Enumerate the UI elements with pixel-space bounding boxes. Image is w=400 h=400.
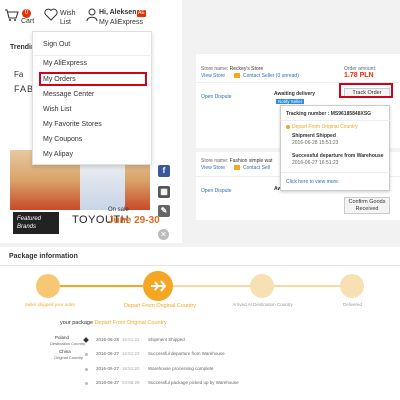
wish-list-label[interactable]: Wish List [60,9,76,27]
heart-icon[interactable] [44,8,58,21]
event-sub-1: Destination Country [50,341,86,346]
user-badge: AE [137,10,146,17]
order-amount: 1.78 PLN [344,72,374,79]
close-icon[interactable]: ✕ [158,229,169,240]
on-sale-label: On sale [108,207,129,213]
user-icon[interactable] [86,8,98,22]
event-place-2: China [59,349,71,354]
event-marker-2 [85,353,88,356]
cart-icon[interactable] [4,8,19,22]
store-name-row: Store name: Reckey's Store [201,66,263,72]
sale-date: June 29-30 [108,215,160,226]
user-greeting[interactable]: Hi, Aleksen.. [99,9,140,16]
event1-time: 2016-06-28 15:51:23 [292,140,339,146]
event-date-2: 2016-06-27 [96,351,120,356]
event-time-3: 16:51:20 [122,366,140,371]
account-dropdown: Sign Out My AliExpress My Orders Message… [32,31,153,165]
event-date-4: 2016-06-27 [96,380,120,385]
event-time-1: 16:51:23 [122,337,140,342]
menu-item-my-alipay[interactable]: My Alipay [43,151,73,158]
view-store-link-2[interactable]: View Store [201,165,225,171]
depart-status: Depart From Original Country [292,124,358,130]
view-store-link[interactable]: View Store [201,73,225,79]
airplane-icon [143,271,173,301]
step-1-icon [36,274,60,298]
step-2-label: Depart From Original Country [123,303,197,309]
store-name[interactable]: Reckey's Store [230,66,263,72]
banner-fa-text: Fa [14,70,24,79]
popup-divider-2 [281,172,391,173]
event-desc-4: Successful package picked up by Warehous… [148,380,239,385]
status-prefix: your package [60,320,94,326]
menu-item-my-coupons[interactable]: My Coupons [43,136,82,143]
contact-seller-link-2[interactable]: Contact Sell [243,165,270,171]
confirm-line2: Received [355,206,379,212]
confirm-goods-button[interactable]: Confirm Goods Received [344,197,390,214]
track-order-highlight [339,83,393,98]
my-aliexpress-link[interactable]: My AliExpress [99,19,143,26]
store-name-row-2: Store name: Fashion simple wat [201,158,272,164]
step-4-icon [340,274,364,298]
tracking-popup: Tracking number : MS96185848XSG Depart F… [280,105,391,191]
package-title: Package information [9,253,78,260]
event-time-4: 03:58:29 [122,380,140,385]
featured-brands-badge[interactable]: Featured Brands [13,212,59,234]
step-3-icon [250,274,274,298]
view-more-link[interactable]: Click here to view more. [286,179,339,185]
message-icon-2 [234,165,240,170]
event-date-3: 2016-06-27 [96,366,120,371]
open-dispute-link[interactable]: Open Dispute [201,94,232,100]
open-dispute-link-2[interactable]: Open Dispute [201,188,232,194]
menu-item-favorite-stores[interactable]: My Favorite Stores [43,121,102,128]
confirm-line1: Confirm Goods [348,199,386,205]
featured-line2: Brands [17,224,37,230]
qr-code-icon[interactable]: ▦ [158,186,170,198]
my-orders-highlight [39,72,147,86]
event-date-1: 2016-06-28 [96,337,120,342]
event2-title: Successful departure from Warehouse [292,153,384,159]
tracking-number: Tracking number : MS96185848XSG [286,111,372,117]
contact-seller-link[interactable]: Contact Seller (0 unread) [243,73,299,79]
wish-label-line2: List [60,19,71,26]
menu-item-message-center[interactable]: Message Center [43,91,94,98]
notify-seller-tag[interactable]: Notify Seller [276,99,305,104]
status-dot [286,125,290,129]
event2-time: 2016-06-27 16:51:23 [292,160,339,166]
cart-label[interactable]: Cart [21,18,34,25]
event-desc-3: Warehouse processing complete [148,366,214,371]
event-sub-2: Original Country [54,355,83,360]
menu-item-my-aliexpress[interactable]: My AliExpress [43,60,87,67]
cart-count-badge: 0 [22,9,31,18]
event-desc-1: Shipment Shipped [148,337,185,342]
step-4-label: Delivered [342,302,362,307]
event-time-2: 16:51:23 [122,351,140,356]
menu-item-sign-out[interactable]: Sign Out [43,41,70,48]
event-marker-4 [85,382,88,385]
edit-icon[interactable]: ✎ [158,205,170,217]
wish-label-line1: Wish [60,10,76,17]
package-status-line: your package Depart From Original Countr… [60,320,167,326]
store-label-2: Store name: [201,158,229,164]
event-place-1: Poland [55,335,70,340]
step-3-label: Arrived At Destination Country [232,302,293,307]
screenshot-root: 0 Cart Wish List Hi, Aleksen.. AE My Ali… [0,0,400,400]
order-status: Awaiting delivery [274,91,316,97]
popup-divider [281,120,391,121]
status-value: Depart From Original Country [94,320,167,326]
progress-line-done [48,285,158,287]
title-divider [0,265,400,266]
menu-divider [33,55,153,56]
featured-line1: Featured [17,216,42,222]
facebook-icon[interactable]: f [158,165,170,177]
message-icon [234,73,240,78]
step-1-label: Seller shipped your order [24,302,76,307]
event1-title: Shipment Shipped [292,133,336,139]
event-desc-2: Successful departure from Warehouse [148,351,225,356]
store-name-2[interactable]: Fashion simple wat [230,158,273,164]
event-marker-3 [85,368,88,371]
package-info-panel: Package information Seller shipped your … [0,247,400,400]
store-label: Store name: [201,66,229,72]
menu-item-wish-list[interactable]: Wish List [43,106,71,113]
